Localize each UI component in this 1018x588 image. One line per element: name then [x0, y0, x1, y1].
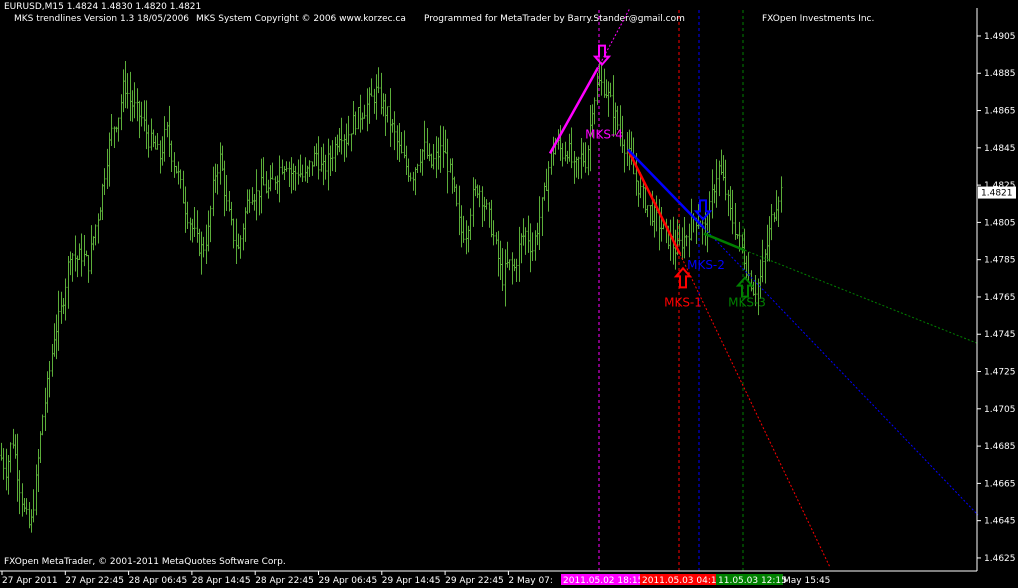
down-arrow-icon: [592, 44, 612, 67]
y-tick-label: 1.4845: [984, 144, 1016, 154]
mks-trendline: [627, 148, 705, 229]
time-box-label: 2011.05.02 18:15: [563, 576, 643, 586]
mks-arrows: MKS-1 MKS-2 MKS-3 MKS-4: [585, 44, 766, 309]
mks-label: MKS-3: [728, 295, 766, 309]
x-tick-label: 28 Apr 06:45: [129, 576, 188, 586]
x-tick-label: 27 Apr 2011: [2, 576, 58, 586]
x-tick-label: 28 Apr 22:45: [255, 576, 314, 586]
time-box-label: 2011.05.03 04:15: [642, 576, 722, 586]
y-axis: 1.49051.48851.48651.48451.48251.48051.47…: [977, 32, 1016, 564]
vertical-markers: [598, 10, 744, 571]
y-tick-label: 1.4905: [984, 32, 1016, 42]
x-tick-label: 28 Apr 14:45: [192, 576, 251, 586]
y-tick-label: 1.4625: [984, 554, 1016, 564]
y-tick-label: 1.4725: [984, 368, 1016, 378]
mks-trendline: [626, 149, 682, 255]
y-tick-label: 1.4785: [984, 256, 1016, 266]
mks-trendline: [703, 232, 746, 252]
mks-label: MKS-4: [585, 127, 623, 141]
y-tick-label: 1.4705: [984, 405, 1016, 415]
x-axis: 27 Apr 2011 27 Apr 22:45 28 Apr 06:45 28 Ap…: [1, 571, 830, 586]
mks-label: MKS-1: [664, 295, 702, 309]
y-tick-label: 1.4765: [984, 293, 1016, 303]
x-tick-label: 29 Apr 14:45: [382, 576, 441, 586]
mks-projection: [744, 249, 979, 345]
y-tick-label: 1.4805: [984, 218, 1016, 228]
mks-projection: [597, 7, 631, 68]
last-price-label: 1.4821: [981, 189, 1013, 199]
y-tick-label: 1.4645: [984, 517, 1016, 527]
last-price-tag: 1.4821: [978, 186, 1016, 199]
y-tick-label: 1.4885: [984, 69, 1016, 79]
x-tick-label: 29 Apr 22:45: [445, 576, 504, 586]
x-tick-label: 2 May 07:: [508, 576, 553, 586]
y-tick-label: 1.4665: [984, 479, 1016, 489]
x-tick-label: 27 Apr 22:45: [65, 576, 124, 586]
y-tick-label: 1.4865: [984, 107, 1016, 117]
x-tick-label-tail: May 15:45: [783, 576, 830, 586]
mks-label: MKS-2: [687, 258, 725, 272]
x-tick-label: 29 Apr 06:45: [319, 576, 378, 586]
y-tick-label: 1.4685: [984, 442, 1016, 452]
up-arrow-icon: [735, 276, 755, 298]
time-box-label: 11.05.03 12:15: [718, 576, 787, 586]
mks-trendlines: [548, 7, 979, 568]
price-chart[interactable]: MKS-1 MKS-2 MKS-3 MKS-4 1.4905 1.4885 1.4865 1…: [0, 0, 1018, 588]
mks-projection: [703, 227, 979, 516]
y-tick-label: 1.4745: [984, 330, 1016, 340]
